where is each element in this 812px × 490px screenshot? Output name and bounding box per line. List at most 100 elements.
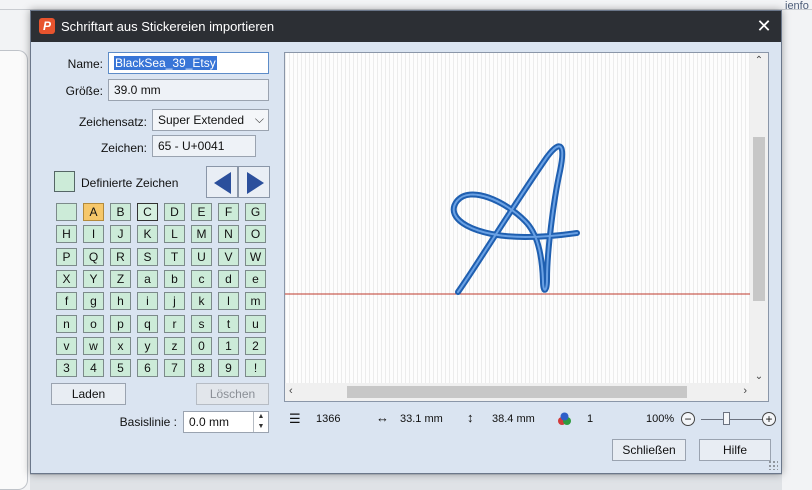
horizontal-scroll-thumb[interactable] — [347, 386, 687, 398]
char-cell-7[interactable]: 7 — [164, 359, 185, 378]
zoom-out-icon[interactable]: − — [681, 412, 695, 426]
title-bar[interactable]: P Schriftart aus Stickereien importieren… — [31, 11, 781, 42]
char-cell-S[interactable]: S — [137, 247, 158, 266]
zoom-slider-thumb[interactable] — [722, 412, 730, 425]
char-cell-lower-a[interactable]: a — [137, 269, 158, 288]
char-cell-B[interactable]: B — [110, 203, 131, 221]
char-cell-empty[interactable] — [56, 203, 77, 221]
scroll-up-icon[interactable]: ⌃ — [750, 55, 768, 66]
char-cell-L[interactable]: L — [164, 225, 185, 244]
char-cell-lower-j[interactable]: j — [164, 292, 185, 311]
spin-down-icon[interactable]: ▼ — [254, 422, 268, 432]
char-cell-lower-c[interactable]: c — [191, 269, 212, 288]
delete-button[interactable]: Löschen — [196, 383, 269, 405]
char-cell-lower-k[interactable]: k — [191, 292, 212, 311]
char-cell-1[interactable]: 1 — [218, 336, 239, 355]
char-cell-Z[interactable]: Z — [110, 269, 131, 288]
char-cell-J[interactable]: J — [110, 225, 131, 244]
char-cell-9[interactable]: 9 — [218, 359, 239, 378]
char-cell-2[interactable]: 2 — [245, 336, 266, 355]
char-cell-A[interactable]: A — [83, 203, 104, 221]
char-cell-E[interactable]: E — [191, 203, 212, 221]
char-cell-lower-v[interactable]: v — [56, 336, 77, 355]
preview-panel[interactable]: ⌃ ⌄ ‹ › — [284, 52, 769, 402]
spin-up-icon[interactable]: ▲ — [254, 412, 268, 422]
char-cell-lower-b[interactable]: b — [164, 269, 185, 288]
scroll-down-icon[interactable]: ⌄ — [750, 371, 768, 382]
char-cell-X[interactable]: X — [56, 269, 77, 288]
next-char-button[interactable] — [238, 166, 270, 198]
char-cell-lower-i[interactable]: i — [137, 292, 158, 311]
height-value: 38.4 mm — [492, 413, 535, 425]
char-cell-5[interactable]: 5 — [110, 359, 131, 378]
char-cell-D[interactable]: D — [164, 203, 185, 221]
char-cell-exclamation[interactable]: ! — [245, 359, 266, 378]
baseline-spinner[interactable]: 0.0 mm ▲ ▼ — [183, 411, 269, 433]
char-cell-Q[interactable]: Q — [83, 247, 104, 266]
zoom-slider[interactable] — [701, 419, 763, 420]
char-cell-lower-l[interactable]: l — [218, 292, 239, 311]
help-button[interactable]: Hilfe — [699, 439, 771, 461]
char-cell-0[interactable]: 0 — [191, 336, 212, 355]
charset-select[interactable]: Super Extended ⌵ — [152, 109, 269, 131]
char-cell-lower-h[interactable]: h — [110, 292, 131, 311]
char-cell-Y[interactable]: Y — [83, 269, 104, 288]
char-cell-H[interactable]: H — [56, 225, 77, 244]
scroll-right-icon[interactable]: › — [743, 385, 747, 397]
char-cell-4[interactable]: 4 — [83, 359, 104, 378]
previous-char-button[interactable] — [206, 166, 238, 198]
char-cell-lower-x[interactable]: x — [110, 336, 131, 355]
scroll-left-icon[interactable]: ‹ — [289, 385, 293, 397]
preview-canvas[interactable] — [285, 53, 751, 384]
zoom-in-icon[interactable]: + — [762, 412, 776, 426]
char-cell-P[interactable]: P — [56, 247, 77, 266]
char-cell-K[interactable]: K — [137, 225, 158, 244]
vertical-scroll-thumb[interactable] — [753, 137, 765, 301]
char-cell-M[interactable]: M — [191, 225, 212, 244]
char-cell-lower-p[interactable]: p — [110, 314, 131, 333]
char-cell-lower-g[interactable]: g — [83, 292, 104, 311]
char-cell-lower-w[interactable]: w — [83, 336, 104, 355]
char-cell-lower-t[interactable]: t — [218, 314, 239, 333]
char-cell-C[interactable]: C — [137, 203, 158, 221]
horizontal-scrollbar[interactable]: ‹ › — [285, 383, 751, 401]
char-cell-U[interactable]: U — [191, 247, 212, 266]
char-cell-lower-e[interactable]: e — [245, 269, 266, 288]
spinner-arrows[interactable]: ▲ ▼ — [253, 412, 268, 432]
char-cell-lower-z[interactable]: z — [164, 336, 185, 355]
size-field[interactable]: 39.0 mm — [108, 79, 269, 101]
char-cell-V[interactable]: V — [218, 247, 239, 266]
char-cell-O[interactable]: O — [245, 225, 266, 244]
char-cell-F[interactable]: F — [218, 203, 239, 221]
char-cell-lower-s[interactable]: s — [191, 314, 212, 333]
char-cell-3[interactable]: 3 — [56, 359, 77, 378]
defined-chars-color-box — [54, 171, 75, 192]
width-value: 33.1 mm — [400, 413, 443, 425]
char-cell-T[interactable]: T — [164, 247, 185, 266]
close-button[interactable]: Schließen — [612, 439, 686, 461]
char-cell-lower-f[interactable]: f — [56, 292, 77, 311]
close-icon[interactable]: ✕ — [753, 16, 775, 36]
char-cell-lower-r[interactable]: r — [164, 314, 185, 333]
char-cell-6[interactable]: 6 — [137, 359, 158, 378]
char-cell-N[interactable]: N — [218, 225, 239, 244]
char-cell-R[interactable]: R — [110, 247, 131, 266]
char-cell-lower-m[interactable]: m — [245, 292, 266, 311]
char-cell-lower-d[interactable]: d — [218, 269, 239, 288]
name-field[interactable]: BlackSea_39_Etsy — [108, 52, 269, 74]
char-field[interactable]: 65 - U+0041 — [152, 135, 256, 157]
char-cell-lower-u[interactable]: u — [245, 314, 266, 333]
arrow-left-icon — [214, 172, 231, 194]
char-cell-G[interactable]: G — [245, 203, 266, 221]
char-cell-lower-y[interactable]: y — [137, 336, 158, 355]
load-button[interactable]: Laden — [51, 383, 126, 405]
stitches-icon: ☰ — [289, 411, 301, 426]
char-cell-lower-n[interactable]: n — [56, 314, 77, 333]
char-cell-W[interactable]: W — [245, 247, 266, 266]
char-cell-lower-q[interactable]: q — [137, 314, 158, 333]
char-cell-8[interactable]: 8 — [191, 359, 212, 378]
char-cell-lower-o[interactable]: o — [83, 314, 104, 333]
char-cell-I[interactable]: I — [83, 225, 104, 244]
resize-grip[interactable] — [768, 460, 778, 470]
vertical-scrollbar[interactable]: ⌃ ⌄ — [750, 53, 768, 384]
